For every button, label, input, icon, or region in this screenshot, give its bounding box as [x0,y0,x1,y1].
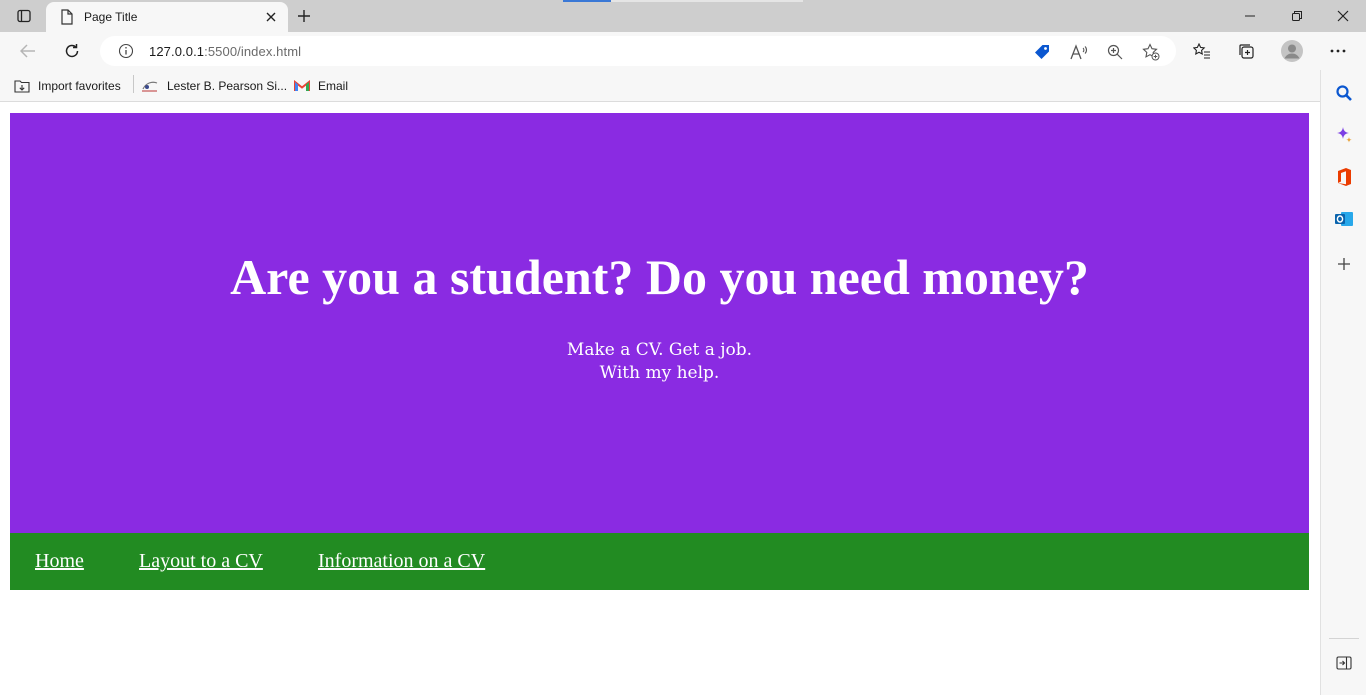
sidebar-outlook-button[interactable] [1333,208,1355,230]
page-icon [61,9,73,25]
url-host: 127.0.0.1 [149,44,205,59]
restore-button[interactable] [1287,6,1307,26]
url-text[interactable]: 127.0.0.1:5500/index.html [149,44,301,59]
arrow-left-icon [20,44,35,58]
hero-line-2: With my help. [599,363,720,383]
refresh-icon [65,44,79,58]
hero-banner: Are you a student? Do you need money? Ma… [10,113,1309,533]
favorites-list-icon [1193,43,1210,59]
page-viewport: Are you a student? Do you need money? Ma… [0,103,1320,695]
site-nav: Home Layout to a CV Information on a CV [10,533,1309,590]
favorite-lester-pearson[interactable]: Lester B. Pearson Si... [141,76,287,96]
profile-button[interactable] [1281,40,1303,62]
sidebar-separator [1329,638,1359,639]
sidebar-search-button[interactable] [1333,82,1355,104]
zoom-button[interactable] [1105,42,1125,62]
close-icon [266,12,276,22]
active-tab[interactable]: Page Title [46,2,288,32]
copilot-icon [1337,127,1352,143]
drag-region [611,0,803,2]
favorite-email[interactable]: Email [294,76,348,96]
sidebar-hide-button[interactable] [1333,652,1355,674]
nav-link-information[interactable]: Information on a CV [318,549,485,573]
plus-icon [298,10,310,22]
hero-subtitle: Make a CV. Get a job. With my help. [10,339,1309,385]
favorite-label: Lester B. Pearson Si... [167,79,288,93]
collections-icon [1239,44,1254,59]
minimize-icon [1245,15,1255,17]
new-tab-button[interactable] [294,6,314,26]
school-icon [141,79,159,93]
panel-collapse-icon [1336,656,1352,670]
close-window-button[interactable] [1333,6,1353,26]
collections-button[interactable] [1235,40,1257,62]
favorites-bar: Import favorites Lester B. Pearson Si...… [0,70,1320,102]
favorite-label: Email [318,79,349,93]
favorites-separator [133,75,134,93]
gmail-icon [294,80,310,92]
url-path: :5500/index.html [204,44,302,59]
nav-link-home[interactable]: Home [35,549,84,573]
close-icon [1337,10,1349,22]
edge-sidebar [1320,70,1366,695]
favorites-button[interactable] [1191,40,1213,62]
sidebar-office-button[interactable] [1333,166,1355,188]
sidebar-copilot-button[interactable] [1333,124,1355,146]
tab-close-button[interactable] [262,8,280,26]
hero-line-1: Make a CV. Get a job. [566,340,753,360]
more-icon [1330,49,1346,53]
minimize-button[interactable] [1240,6,1260,26]
tab-actions-icon [17,9,31,23]
hero-title: Are you a student? Do you need money? [230,249,1089,305]
star-add-icon [1142,43,1160,61]
import-icon [14,79,30,93]
search-icon [1336,85,1352,101]
favorite-label: Import favorites [38,79,121,93]
tag-icon [1035,45,1049,59]
tab-title: Page Title [84,10,138,24]
address-bar[interactable]: 127.0.0.1:5500/index.html [100,36,1176,66]
tab-strip: Page Title [0,0,1366,32]
nav-link-layout[interactable]: Layout to a CV [139,549,263,573]
add-icon [1338,258,1350,270]
restore-icon [1292,11,1302,21]
zoom-in-icon [1107,44,1123,60]
sidebar-add-button[interactable] [1333,253,1355,275]
outlook-icon [1335,212,1353,226]
read-aloud-icon [1070,44,1088,60]
favorite-import[interactable]: Import favorites [14,76,121,96]
browser-toolbar: 127.0.0.1:5500/index.html [0,32,1366,70]
info-icon[interactable] [118,43,134,59]
read-aloud-button[interactable] [1069,42,1089,62]
tab-actions-button[interactable] [10,6,38,26]
drag-region-highlight [563,0,611,2]
refresh-button[interactable] [61,40,83,62]
office-icon [1338,168,1351,186]
shopping-tag-button[interactable] [1032,42,1052,62]
avatar-icon [1281,40,1303,62]
settings-menu-button[interactable] [1327,40,1349,62]
add-favorite-button[interactable] [1141,42,1161,62]
back-button[interactable] [17,40,39,62]
